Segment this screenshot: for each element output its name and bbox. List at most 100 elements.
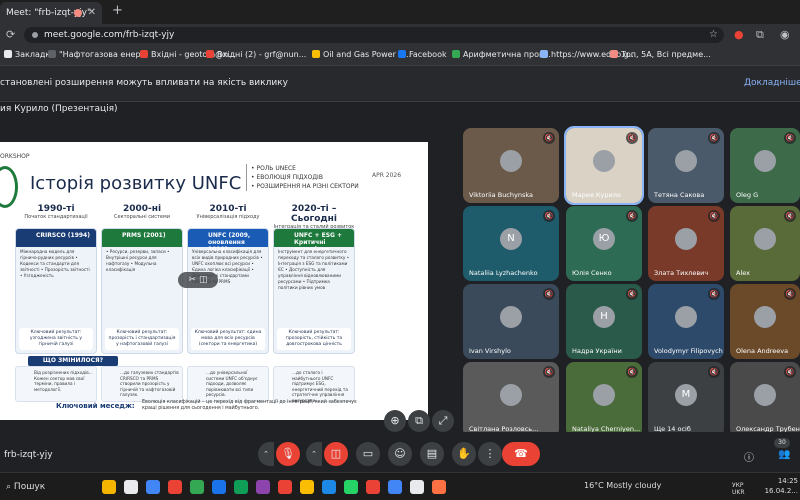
- participant-tile[interactable]: 🔇 Ivan Virshylo: [463, 284, 559, 359]
- participant-tile[interactable]: Ю 🔇 Юлія Сенко: [566, 206, 642, 281]
- taskbar-app-icon[interactable]: [212, 480, 226, 494]
- participant-tile[interactable]: 🔇Олександр Трубенко: [730, 362, 800, 437]
- taskbar-app-icon[interactable]: [300, 480, 314, 494]
- what-changed-header: ЩО ЗМІНИЛОСЯ?: [28, 356, 118, 366]
- taskbar-app-icon[interactable]: [256, 480, 270, 494]
- audio-options-button[interactable]: ⌃: [258, 442, 274, 466]
- participant-tile[interactable]: 🔇 Тетяна Сакова: [648, 128, 724, 203]
- column-header: UNFC + ESG + Критичні матеріали: [274, 229, 354, 253]
- mic-muted-icon: 🔇: [543, 210, 555, 222]
- zoom-icon[interactable]: ⊕: [384, 410, 406, 432]
- learn-more-link[interactable]: Докладніше: [744, 78, 800, 88]
- address-input[interactable]: meet.google.com/frb-izqt-yjy ☆: [24, 27, 724, 43]
- bookmark-label: Арифметична прог...: [463, 50, 551, 59]
- avatar: Н: [593, 306, 615, 328]
- avatar: [675, 228, 697, 250]
- mic-muted-icon: 🔇: [784, 132, 796, 144]
- bookmark-item[interactable]: Facebook: [398, 50, 447, 59]
- mic-muted-icon: 🔇: [708, 288, 720, 300]
- popout-icon[interactable]: ⧉: [408, 410, 430, 432]
- bookmark-item[interactable]: Oil and Gas Power E...: [312, 50, 411, 59]
- participant-tile[interactable]: Н 🔇 Надра України: [566, 284, 642, 359]
- info-icon[interactable]: ⓘ: [744, 449, 754, 464]
- participant-name: Nataliia Lyzhachenko: [469, 269, 538, 277]
- era-column: UNFC (2009, оновлення 2019) Універсальна …: [187, 228, 269, 354]
- bookmark-item[interactable]: Арифметична прог...: [452, 50, 551, 59]
- participant-tile[interactable]: 🔇 Olena Andreeva: [730, 284, 800, 359]
- era-item: 2020-ті – Сьогодні Інтеграція та сталий р…: [273, 204, 355, 230]
- new-tab-icon[interactable]: +: [112, 3, 123, 18]
- fullscreen-icon[interactable]: ⤢: [432, 410, 454, 432]
- participant-tile[interactable]: 🔇 Nataliya Cherniyen...: [566, 362, 642, 437]
- column-result: Ключовий результат: прозорість і стандар…: [105, 328, 179, 350]
- avatar: [675, 150, 697, 172]
- participant-name: Юлія Сенко: [572, 269, 612, 277]
- close-tab-icon[interactable]: ✕: [88, 2, 96, 24]
- reload-icon[interactable]: ⟳: [6, 28, 15, 41]
- bookmark-icon: [452, 50, 460, 58]
- taskbar-app-icon[interactable]: [278, 480, 292, 494]
- url-text: meet.google.com/frb-izqt-yjy: [44, 30, 175, 40]
- recording-icon: [74, 9, 82, 17]
- participant-tile[interactable]: N 🔇 Nataliia Lyzhachenko: [463, 206, 559, 281]
- search-icon: ⌕: [6, 482, 12, 492]
- raise-hand-button[interactable]: ✋: [452, 442, 476, 466]
- participant-name: Ivan Virshylo: [469, 347, 511, 355]
- taskbar-app-icon[interactable]: [146, 480, 160, 494]
- column-bullets: Інструмент для енергетичного переходу та…: [278, 249, 350, 290]
- emoji-button[interactable]: ☺: [388, 442, 412, 466]
- video-options-button[interactable]: ⌃: [306, 442, 322, 466]
- taskbar-app-icon[interactable]: [344, 480, 358, 494]
- people-icon[interactable]: 👥: [778, 449, 790, 460]
- search-label: Пошук: [13, 482, 46, 492]
- participant-tile[interactable]: 🔇 Злата Тихлевич: [648, 206, 724, 281]
- browser-tab[interactable]: Meet: "frb-izqt-yjy" ✕: [0, 2, 102, 24]
- language-indicator[interactable]: УКР UKR: [732, 482, 745, 496]
- era-sub: Початок стандартизації: [24, 214, 88, 220]
- participant-name: Тетяна Сакова: [654, 191, 705, 199]
- participant-tile[interactable]: 🔇 Volodymyr Filipovych: [648, 284, 724, 359]
- taskbar-app-icon[interactable]: [168, 480, 182, 494]
- taskbar-app-icon[interactable]: [410, 480, 424, 494]
- present-button[interactable]: ▭: [356, 442, 380, 466]
- participant-tile[interactable]: M 🔇 Ще 14 осіб: [648, 362, 724, 437]
- site-info-icon[interactable]: [32, 32, 38, 38]
- captions-button[interactable]: ▤: [420, 442, 444, 466]
- taskbar-app-icon[interactable]: [366, 480, 380, 494]
- bookmark-item[interactable]: Вхідні (2) - grf@nun...: [206, 50, 306, 59]
- address-bar-row: ⟳ meet.google.com/frb-izqt-yjy ☆ ● ⧉ ◉: [0, 24, 800, 46]
- extensions-puzzle-icon[interactable]: ⧉: [756, 28, 764, 42]
- taskbar-app-icon[interactable]: [102, 480, 116, 494]
- subtitle-line: • ЕВОЛЮЦІЯ ПІДХОДІВ: [251, 174, 323, 181]
- bookmark-item[interactable]: "Нафтогазова енер...: [48, 50, 148, 59]
- weather-widget[interactable]: 16°C Mostly cloudy: [584, 481, 661, 490]
- logo: [0, 166, 18, 208]
- taskbar-app-icon[interactable]: [124, 480, 138, 494]
- taskbar-app-icon[interactable]: [432, 480, 446, 494]
- column-result: Ключовий результат: єдина мова для всіх …: [191, 328, 265, 350]
- participant-tile[interactable]: 🔇 Alex: [730, 206, 800, 281]
- taskbar-app-icon[interactable]: [234, 480, 248, 494]
- participant-tile[interactable]: 🔇 Світлана Розловсь...: [463, 362, 559, 437]
- bookmark-star-icon[interactable]: ☆: [709, 27, 718, 43]
- more-options-button[interactable]: ⋮: [478, 442, 502, 466]
- extension-icon[interactable]: ●: [734, 28, 744, 41]
- participant-tile[interactable]: 🔇 Мария Курило: [564, 126, 644, 205]
- taskbar-app-icon[interactable]: [190, 480, 204, 494]
- profile-icon[interactable]: ◉: [780, 28, 790, 41]
- taskbar-app-icon[interactable]: [322, 480, 336, 494]
- pin-presentation-button[interactable]: ✂ ◫: [178, 272, 218, 288]
- camera-toggle-button[interactable]: ◫: [324, 442, 348, 466]
- column-bullets: Міжнародна модель для гірничо-рудних рес…: [20, 249, 90, 278]
- era-item: 2010-ті Універсалізація підходу: [187, 204, 269, 220]
- end-call-button[interactable]: ☎: [502, 442, 540, 466]
- taskbar-search[interactable]: ⌕ Пошук: [0, 477, 96, 497]
- taskbar-app-icon[interactable]: [388, 480, 402, 494]
- mic-toggle-button[interactable]: 🎙: [276, 442, 300, 466]
- column-header: UNFC (2009, оновлення 2019): [188, 229, 268, 253]
- bookmark-item[interactable]: Топ, 5А, Всі предме...: [610, 50, 711, 59]
- participant-tile[interactable]: 🔇 Oleg G: [730, 128, 800, 203]
- participant-tile[interactable]: 🔇 Viktoriia Buchynska: [463, 128, 559, 203]
- bookmark-icon: [140, 50, 148, 58]
- clock[interactable]: 14:25 16.04.2...: [758, 476, 798, 496]
